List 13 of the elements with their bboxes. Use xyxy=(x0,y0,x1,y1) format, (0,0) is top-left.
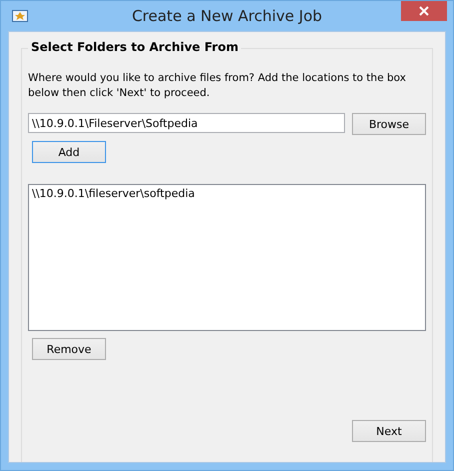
browse-button[interactable]: Browse xyxy=(352,113,426,135)
list-item[interactable]: \\10.9.0.1\fileserver\softpedia xyxy=(32,187,422,201)
group-title: Select Folders to Archive From xyxy=(28,40,242,54)
add-button[interactable]: Add xyxy=(32,141,106,163)
path-field[interactable]: \\10.9.0.1\Fileserver\Softpedia xyxy=(28,113,345,133)
folder-list[interactable]: \\10.9.0.1\fileserver\softpedia xyxy=(28,184,426,331)
instructions: Where would you like to archive files from? Add the locations to the box below then click 'Next' to proceed. xyxy=(28,71,407,101)
remove-button[interactable]: Remove xyxy=(32,338,106,360)
close-icon xyxy=(419,6,429,16)
close-button[interactable] xyxy=(401,1,447,21)
app-icon xyxy=(12,10,28,22)
window-title: Create a New Archive Job xyxy=(130,7,324,25)
next-button[interactable]: Next xyxy=(352,420,426,442)
